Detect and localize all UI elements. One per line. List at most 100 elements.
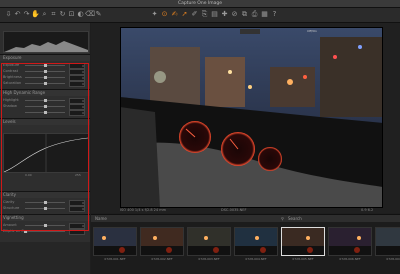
slider-knob[interactable]: [43, 64, 47, 67]
slider-value-field[interactable]: 0: [69, 81, 85, 87]
slider-track[interactable]: [25, 99, 65, 102]
stamp-icon[interactable]: ⎘: [200, 10, 209, 19]
slider-track[interactable]: [25, 64, 65, 67]
slider-knob[interactable]: [43, 70, 47, 73]
exposure-section: Exposure Exposure 0 Contrast 0 Brightness 0 Sat…: [0, 55, 90, 90]
pipette-icon[interactable]: ⊘: [230, 10, 239, 19]
viewer-badge[interactable]: Off/On: [302, 29, 322, 34]
thumbnail[interactable]: 0728-006.NEF: [328, 227, 372, 263]
slider-label: Brightness: [3, 75, 22, 79]
section-header[interactable]: Exposure: [0, 55, 90, 61]
browser-search[interactable]: Search: [288, 215, 302, 222]
brush-icon[interactable]: ✐: [190, 10, 199, 19]
slider-label: Saturation: [3, 81, 22, 85]
slider-value-field[interactable]: [69, 229, 85, 235]
viewer-filename: DSC-0035.NEF: [221, 208, 247, 212]
slider-knob[interactable]: [43, 76, 47, 79]
thumbnail[interactable]: 0728-004.NEF: [234, 227, 278, 263]
thumbnail-image[interactable]: [281, 227, 325, 256]
thumbnail-image[interactable]: [187, 227, 231, 256]
hand-icon[interactable]: ✋: [31, 10, 40, 19]
tool-panel: Exposure Exposure 0 Contrast 0 Brightness 0 Sat…: [0, 23, 90, 243]
slider-label: Amount: [3, 223, 17, 227]
keystone-icon[interactable]: ⊡: [67, 10, 76, 19]
gradient-icon[interactable]: ▤: [210, 10, 219, 19]
levels-low-value: 0.00: [25, 173, 32, 177]
copy-icon[interactable]: ⧉: [240, 10, 249, 19]
slider-track[interactable]: [25, 82, 65, 85]
slider-knob[interactable]: [43, 111, 47, 114]
section-header[interactable]: Levels: [0, 119, 90, 125]
slider-row: Structure 0: [3, 206, 87, 212]
slider-track[interactable]: [25, 70, 65, 73]
heal-icon[interactable]: ✚: [220, 10, 229, 19]
slider-track[interactable]: [23, 230, 65, 233]
grid-icon[interactable]: ▦: [260, 10, 269, 19]
cursor-icon[interactable]: ➚: [180, 10, 189, 19]
slider-row: Highlight 0: [3, 98, 87, 104]
slider-track[interactable]: [25, 207, 65, 210]
slider-row: Exposure 0: [3, 63, 87, 69]
thumbnail-image[interactable]: [328, 227, 372, 256]
rotate-icon[interactable]: ↻: [58, 10, 67, 19]
slider-row: Amount 0: [3, 223, 87, 229]
slider-row: Contrast 0: [3, 69, 87, 75]
thumbnail-caption: 0728-002.NEF: [151, 257, 173, 261]
section-header[interactable]: Vignetting: [0, 215, 90, 221]
slider-knob[interactable]: [43, 99, 47, 102]
thumbnail[interactable]: 0728-007.NEF: [375, 227, 400, 263]
slider-knob[interactable]: [43, 105, 47, 108]
redo-icon[interactable]: ↷: [22, 10, 31, 19]
eraser-icon[interactable]: ⌫: [85, 10, 95, 19]
spot-icon[interactable]: ✦: [150, 10, 159, 19]
title-bar: Capture One Image: [0, 0, 400, 16]
thumbnail[interactable]: 0728-005.NEF: [281, 227, 325, 263]
thumbnail[interactable]: 0728-003.NEF: [187, 227, 231, 263]
panel-footer: [0, 242, 90, 274]
main-toolbar: ⇩ ↶ ↷ ✋ ⌕ ⌗ ↻ ⊡ ◐ ⌫ ✎ ✦ ⊙ ✍ ➚ ✐ ⎘ ▤ ✚ ⊘ ⧉ ⎙ ▦?: [0, 8, 400, 23]
help-icon[interactable]: ?: [270, 10, 279, 19]
clarity-section: Clarity Clarity 0 Structure 0: [0, 192, 90, 215]
capture-info: ISO 400 1/4 s f/2.8 24 mm: [120, 208, 167, 212]
zoom-icon[interactable]: ⌕: [40, 10, 49, 19]
thumbnail[interactable]: 0728-001.NEF: [93, 227, 137, 263]
thumbnail[interactable]: 0728-002.NEF: [140, 227, 184, 263]
slider-track[interactable]: [25, 224, 65, 227]
search-icon[interactable]: ⚲: [281, 215, 284, 222]
white-balance-icon[interactable]: ⊙: [160, 10, 169, 19]
thumbnail-image[interactable]: [234, 227, 278, 256]
paste-icon[interactable]: ⎙: [250, 10, 259, 19]
slider-track[interactable]: [25, 201, 65, 204]
slider-knob[interactable]: [43, 224, 47, 227]
import-icon[interactable]: ⇩: [4, 10, 13, 19]
slider-track[interactable]: [25, 76, 65, 79]
slider-track[interactable]: [25, 105, 65, 108]
crop-icon[interactable]: ⌗: [49, 10, 58, 19]
annotate-icon[interactable]: ✍: [170, 10, 179, 19]
slider-knob[interactable]: [43, 82, 47, 85]
slider-knob[interactable]: [43, 201, 47, 204]
slider-row: Brightness 0: [3, 75, 87, 81]
thumbnail-image[interactable]: [93, 227, 137, 256]
slider-knob[interactable]: [23, 230, 27, 233]
picker-icon[interactable]: ✎: [94, 10, 103, 19]
slider-label: Clarity: [3, 200, 15, 204]
undo-icon[interactable]: ↶: [13, 10, 22, 19]
slider-label: Shadow: [3, 104, 17, 108]
levels-graph[interactable]: [3, 133, 89, 173]
slider-value-field[interactable]: 0: [69, 110, 85, 116]
section-header[interactable]: Clarity: [0, 192, 90, 198]
thumbnail-caption: 0728-003.NEF: [198, 257, 220, 261]
section-header[interactable]: High Dynamic Range: [0, 90, 90, 96]
slider-track[interactable]: [25, 111, 65, 114]
slider-value-field[interactable]: 0: [69, 206, 85, 212]
slider-knob[interactable]: [43, 207, 47, 210]
levels-section: Levels RGBRedGreenBlue 0.00 255: [0, 119, 90, 192]
thumbnail-image[interactable]: [375, 227, 400, 256]
main-photo[interactable]: [120, 27, 383, 208]
image-viewer[interactable]: Off/On: [91, 23, 400, 213]
mask-icon[interactable]: ◐: [76, 10, 85, 19]
sort-by-label[interactable]: Name: [95, 215, 107, 222]
slider-row: Saturation 0: [3, 81, 87, 87]
thumbnail-image[interactable]: [140, 227, 184, 256]
